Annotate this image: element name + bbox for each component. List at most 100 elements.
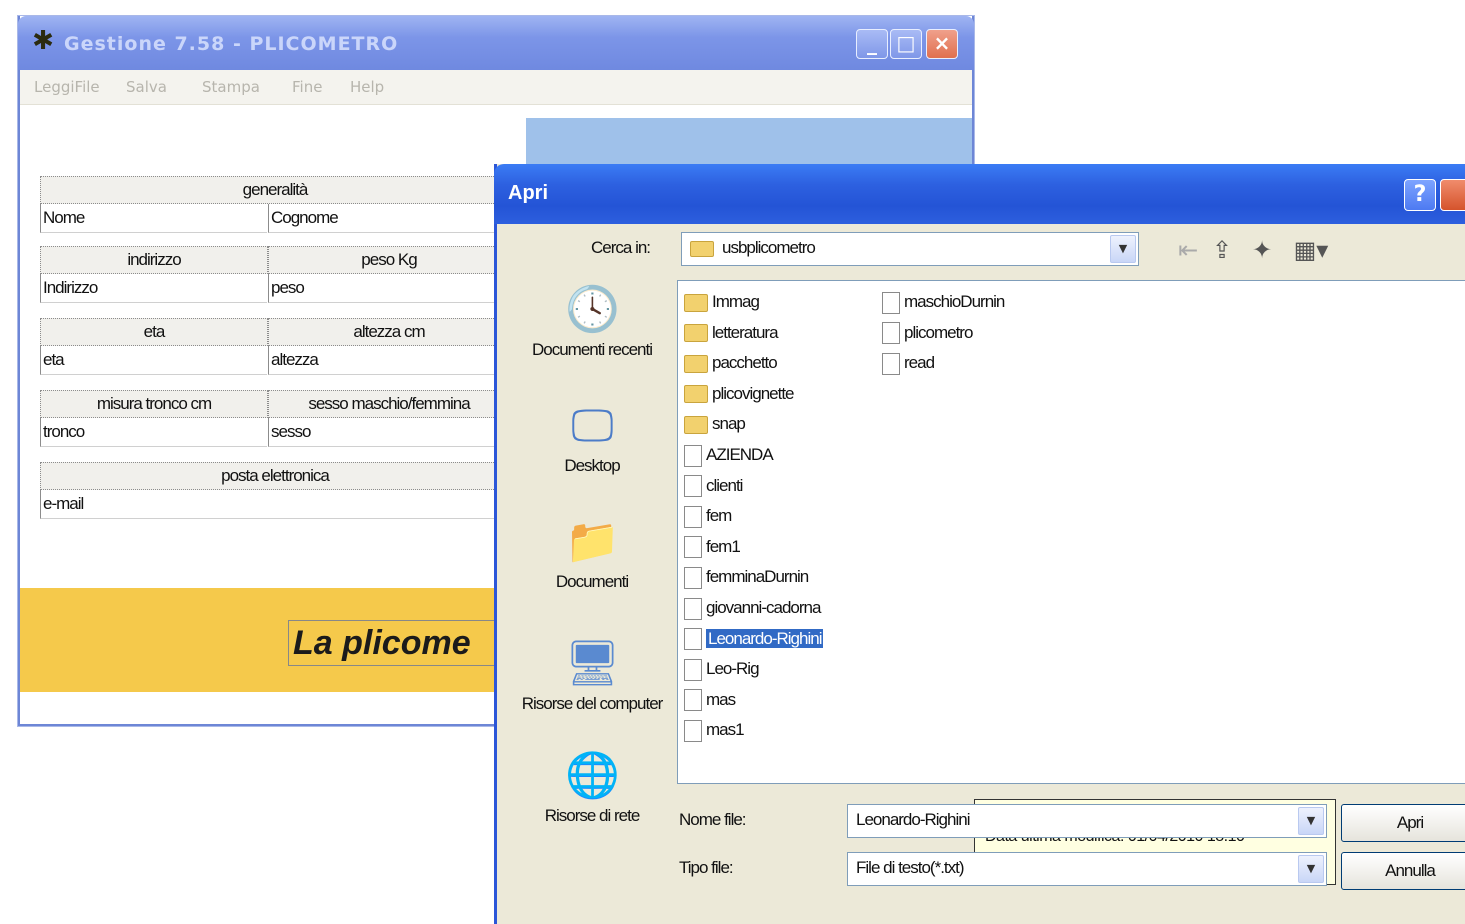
file-name: giovanni-cadorna bbox=[706, 598, 821, 617]
file-name: plicovignette bbox=[712, 383, 795, 403]
menu-item-help[interactable]: Help bbox=[350, 78, 384, 96]
eta-row: eta altezza bbox=[40, 346, 511, 375]
places-documents[interactable]: 📁 Documenti bbox=[517, 516, 667, 592]
filename-value: Leonardo-Righini bbox=[856, 810, 970, 829]
chevron-down-icon[interactable]: ▼ bbox=[1110, 235, 1136, 263]
file-name: Leonardo-Righini bbox=[706, 628, 824, 648]
folder-item[interactable]: Immag bbox=[684, 289, 760, 315]
folder-icon bbox=[690, 241, 714, 257]
sesso-field[interactable]: sesso bbox=[268, 418, 511, 447]
file-item[interactable]: mas bbox=[684, 687, 736, 713]
minimize-button[interactable]: _ bbox=[856, 29, 888, 59]
tronco-row: tronco sesso bbox=[40, 418, 511, 447]
new-folder-icon[interactable]: ✦ bbox=[1247, 236, 1277, 264]
peso-field[interactable]: peso bbox=[268, 274, 511, 303]
file-item[interactable]: femminaDurnin bbox=[684, 564, 809, 590]
look-in-label: Cerca in: bbox=[591, 238, 651, 257]
file-name: Immag bbox=[712, 292, 760, 311]
generalita-header: generalità bbox=[40, 176, 510, 204]
text-file-icon bbox=[684, 475, 702, 498]
network-icon: 🌐 bbox=[565, 751, 620, 800]
menu-item-salva[interactable]: Salva bbox=[126, 78, 167, 96]
file-item[interactable]: mas1 bbox=[684, 717, 745, 743]
background-window-titlebar[interactable]: ✱ Gestione 7.58 - PLICOMETRO _ □ × bbox=[18, 16, 974, 70]
indirizzo-field[interactable]: Indirizzo bbox=[40, 274, 267, 303]
menu-item-leggifile[interactable]: LeggiFile bbox=[34, 78, 100, 96]
file-item[interactable]: plicometro bbox=[882, 320, 973, 346]
places-computer[interactable]: 🖥 Risorse del computer bbox=[517, 638, 667, 714]
maximize-button[interactable]: □ bbox=[890, 29, 922, 59]
chevron-down-icon[interactable]: ▼ bbox=[1298, 807, 1324, 835]
text-file-icon bbox=[684, 628, 702, 651]
sesso-header: sesso maschio/femmina bbox=[268, 390, 510, 418]
filename-combo[interactable]: Leonardo-Righini ▼ bbox=[847, 804, 1327, 838]
dialog-title: Apri bbox=[508, 182, 548, 204]
back-icon[interactable]: ⇤ bbox=[1173, 236, 1203, 264]
chevron-down-icon[interactable]: ▼ bbox=[1298, 855, 1324, 883]
email-header: posta elettronica bbox=[40, 462, 510, 490]
open-dialog: Apri ? Cerca in: usbplicometro ▼ ⇤ ⇪ ✦ ▦… bbox=[494, 164, 1465, 924]
text-file-icon bbox=[684, 719, 702, 742]
peso-header: peso Kg bbox=[268, 246, 510, 274]
eta-header: eta bbox=[40, 318, 268, 346]
banner-title: La plicome bbox=[288, 620, 503, 666]
file-list[interactable]: Immag letteratura pacchetto plicovignette sn… bbox=[677, 280, 1465, 885]
file-name: fem bbox=[706, 506, 732, 526]
look-in-combo[interactable]: usbplicometro ▼ bbox=[681, 232, 1139, 266]
folder-item[interactable]: pacchetto bbox=[684, 350, 778, 376]
places-computer-label: Risorse del computer bbox=[521, 694, 664, 713]
folder-item[interactable]: plicovignette bbox=[684, 381, 795, 407]
file-name: snap bbox=[712, 414, 746, 434]
file-item[interactable]: Leonardo-Righini bbox=[684, 626, 824, 652]
tronco-header-row: misura tronco cm sesso maschio/femmina bbox=[40, 390, 510, 418]
altezza-header: altezza cm bbox=[268, 318, 510, 346]
nome-field[interactable]: Nome bbox=[40, 204, 267, 233]
filetype-combo[interactable]: File di testo(*.txt) ▼ bbox=[847, 852, 1327, 886]
view-menu-icon[interactable]: ▦▾ bbox=[1289, 236, 1333, 264]
up-folder-icon[interactable]: ⇪ bbox=[1207, 236, 1237, 264]
background-window-title: Gestione 7.58 - PLICOMETRO bbox=[64, 33, 399, 55]
file-item[interactable]: clienti bbox=[684, 473, 743, 499]
file-name: letteratura bbox=[712, 322, 779, 342]
menu-item-stampa[interactable]: Stampa bbox=[202, 78, 260, 96]
text-file-icon bbox=[684, 689, 702, 712]
file-name: femminaDurnin bbox=[706, 567, 809, 587]
folder-item[interactable]: letteratura bbox=[684, 320, 779, 346]
cognome-field[interactable]: Cognome bbox=[268, 204, 511, 233]
places-desktop-label: Desktop bbox=[564, 456, 620, 475]
places-recent[interactable]: 🕓 Documenti recenti bbox=[517, 284, 667, 360]
documents-folder-icon: 📁 bbox=[565, 517, 620, 566]
close-button[interactable]: × bbox=[926, 29, 958, 59]
dialog-close-button[interactable] bbox=[1440, 179, 1465, 211]
altezza-field[interactable]: altezza bbox=[268, 346, 511, 375]
file-name: mas1 bbox=[706, 720, 745, 740]
email-row: e-mail bbox=[40, 490, 510, 519]
file-item[interactable]: fem1 bbox=[684, 534, 741, 560]
menu-item-fine[interactable]: Fine bbox=[292, 78, 322, 96]
help-button[interactable]: ? bbox=[1404, 179, 1436, 211]
folder-icon bbox=[684, 415, 708, 434]
text-file-icon bbox=[684, 597, 702, 620]
filetype-value: File di testo(*.txt) bbox=[856, 858, 965, 877]
email-field[interactable]: e-mail bbox=[40, 490, 509, 519]
file-item[interactable]: read bbox=[882, 350, 935, 376]
file-item[interactable]: Leo-Rig bbox=[684, 656, 760, 682]
file-name: mas bbox=[706, 689, 736, 709]
folder-item[interactable]: snap bbox=[684, 411, 746, 437]
places-network[interactable]: 🌐 Risorse di rete bbox=[517, 750, 667, 826]
file-item[interactable]: maschioDurnin bbox=[882, 289, 1005, 315]
dialog-titlebar[interactable]: Apri ? bbox=[494, 164, 1465, 224]
file-item[interactable]: AZIENDA bbox=[684, 442, 774, 468]
file-item[interactable]: fem bbox=[684, 503, 732, 529]
email-header-row: posta elettronica bbox=[40, 462, 510, 490]
file-item[interactable]: giovanni-cadorna bbox=[684, 595, 821, 621]
look-in-value: usbplicometro bbox=[722, 238, 816, 257]
places-recent-label: Documenti recenti bbox=[531, 340, 653, 359]
indirizzo-header: indirizzo bbox=[40, 246, 268, 274]
open-button[interactable]: Apri bbox=[1341, 804, 1465, 842]
filetype-label: Tipo file: bbox=[679, 858, 734, 877]
tronco-field[interactable]: tronco bbox=[40, 418, 267, 447]
places-desktop[interactable]: 🖵 Desktop bbox=[517, 400, 667, 476]
cancel-button[interactable]: Annulla bbox=[1341, 852, 1465, 890]
eta-field[interactable]: eta bbox=[40, 346, 267, 375]
